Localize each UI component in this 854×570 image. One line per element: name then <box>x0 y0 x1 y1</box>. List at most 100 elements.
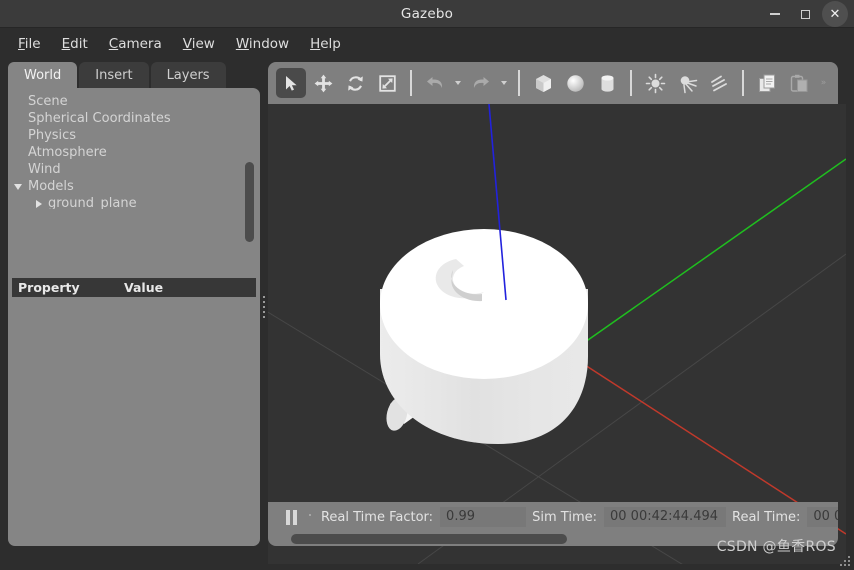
real-time-value: 00 0 <box>807 507 838 527</box>
undo-arrow-icon <box>425 74 445 92</box>
cylinder-icon <box>597 73 618 94</box>
maximize-icon <box>801 10 810 19</box>
tree-item-physics[interactable]: Physics <box>28 127 260 144</box>
tree-item-label: Spherical Coordinates <box>28 111 171 126</box>
tab-world[interactable]: World <box>8 62 77 88</box>
toolbar-separator <box>742 70 744 96</box>
tree-item-label: ground_plane <box>48 196 137 209</box>
render-toolbar: » <box>268 62 838 104</box>
toolbar-separator <box>630 70 632 96</box>
sim-time-label: Sim Time: <box>532 510 597 525</box>
paste-button[interactable] <box>784 68 814 98</box>
tree-item-label: Physics <box>28 128 76 143</box>
menu-item-view[interactable]: View <box>173 32 225 56</box>
3d-viewport[interactable] <box>268 104 846 564</box>
minimize-button[interactable] <box>762 1 788 27</box>
toolbar-overflow-label: » <box>821 78 826 88</box>
undo-button[interactable] <box>420 68 450 98</box>
tab-insert[interactable]: Insert <box>79 62 148 88</box>
tree-item-scene[interactable]: Scene <box>28 93 260 110</box>
fishbot-model <box>380 229 588 444</box>
maximize-button[interactable] <box>792 1 818 27</box>
redo-arrow-icon <box>471 74 491 92</box>
menu-item-help[interactable]: Help <box>300 32 351 56</box>
insert-cylinder-button[interactable] <box>592 68 622 98</box>
tab-layers[interactable]: Layers <box>151 62 226 88</box>
tree-item-spherical-coordinates[interactable]: Spherical Coordinates <box>28 110 260 127</box>
insert-point-light-button[interactable] <box>640 68 670 98</box>
sim-time-value: 00 00:42:44.494 <box>604 507 726 527</box>
chevron-down-icon[interactable] <box>14 184 22 190</box>
cursor-arrow-icon <box>283 75 300 92</box>
property-table-header: Property Value <box>12 278 256 297</box>
property-table-body[interactable] <box>12 297 256 542</box>
tree-item-label: Scene <box>28 94 68 109</box>
tree-vertical-scrollbar[interactable] <box>245 160 254 268</box>
world-tree-list: Scene Spherical Coordinates Physics Atmo… <box>8 93 260 209</box>
tab-layers-label: Layers <box>167 68 210 83</box>
panel-splitter-handle[interactable] <box>261 296 267 318</box>
tree-scrollbar-thumb[interactable] <box>245 162 254 242</box>
toolbar-separator <box>410 70 412 96</box>
directional-light-icon <box>709 73 730 94</box>
redo-dropdown[interactable] <box>498 81 510 85</box>
property-column-header: Property <box>12 280 124 295</box>
value-column-header: Value <box>124 280 163 295</box>
resize-grip[interactable] <box>839 555 850 566</box>
chevron-down-icon <box>501 81 507 85</box>
copy-button[interactable] <box>752 68 782 98</box>
real-time-factor-label: Real Time Factor: <box>321 510 433 525</box>
status-row: Real Time Factor: 0.99 Sim Time: 00 00:4… <box>268 502 838 532</box>
minimize-icon <box>770 13 780 15</box>
rotate-arrows-icon <box>346 74 365 93</box>
menu-item-edit[interactable]: Edit <box>52 32 98 56</box>
pause-button[interactable] <box>278 510 306 525</box>
tree-item-label: Atmosphere <box>28 145 107 160</box>
world-panel-body: Scene Spherical Coordinates Physics Atmo… <box>8 88 260 546</box>
tree-item-atmosphere[interactable]: Atmosphere <box>28 144 260 161</box>
tab-insert-label: Insert <box>95 68 132 83</box>
watermark: CSDN @鱼香ROS <box>717 536 836 556</box>
menu-item-window[interactable]: Window <box>226 32 299 56</box>
status-scrollbar-thumb[interactable] <box>291 534 567 544</box>
paste-icon <box>789 73 810 94</box>
window-controls: ✕ <box>762 0 848 28</box>
tree-item-models[interactable]: Models <box>14 178 260 195</box>
scale-mode-button[interactable] <box>372 68 402 98</box>
tree-item-label: Models <box>28 179 74 194</box>
toolbar-separator <box>518 70 520 96</box>
tree-item-ground-plane[interactable]: ground_plane <box>36 195 260 209</box>
close-button[interactable]: ✕ <box>822 1 848 27</box>
toolbar-overflow-button[interactable]: » <box>818 78 828 88</box>
select-mode-button[interactable] <box>276 68 306 98</box>
undo-dropdown[interactable] <box>452 81 464 85</box>
tab-world-label: World <box>24 68 61 83</box>
insert-spot-light-button[interactable] <box>672 68 702 98</box>
menu-item-camera[interactable]: Camera <box>99 32 172 56</box>
tree-item-wind[interactable]: Wind <box>28 161 260 178</box>
left-panel: World Insert Layers Scene Spherical Coor… <box>8 62 260 546</box>
pause-icon-bar-left <box>286 510 290 525</box>
chevron-down-icon <box>455 81 461 85</box>
world-tree[interactable]: Scene Spherical Coordinates Physics Atmo… <box>8 88 260 209</box>
copy-icon <box>757 73 778 94</box>
insert-box-button[interactable] <box>528 68 558 98</box>
real-time-factor-value: 0.99 <box>440 507 526 527</box>
render-area: » <box>268 62 846 546</box>
sphere-icon <box>565 73 586 94</box>
redo-button[interactable] <box>466 68 496 98</box>
status-handle <box>306 514 315 520</box>
menu-bar: File Edit Camera View Window Help <box>0 28 854 60</box>
chevron-right-icon[interactable] <box>36 200 42 208</box>
point-light-icon <box>645 73 666 94</box>
spot-light-icon <box>677 73 698 94</box>
menu-item-file[interactable]: File <box>8 32 51 56</box>
translate-mode-button[interactable] <box>308 68 338 98</box>
insert-directional-light-button[interactable] <box>704 68 734 98</box>
pause-icon-bar-right <box>293 510 297 525</box>
rotate-mode-button[interactable] <box>340 68 370 98</box>
move-arrows-icon <box>314 74 333 93</box>
gazebo-window: Gazebo ✕ File Edit Camera View Window He… <box>0 0 854 570</box>
tree-item-label: Wind <box>28 162 61 177</box>
insert-sphere-button[interactable] <box>560 68 590 98</box>
